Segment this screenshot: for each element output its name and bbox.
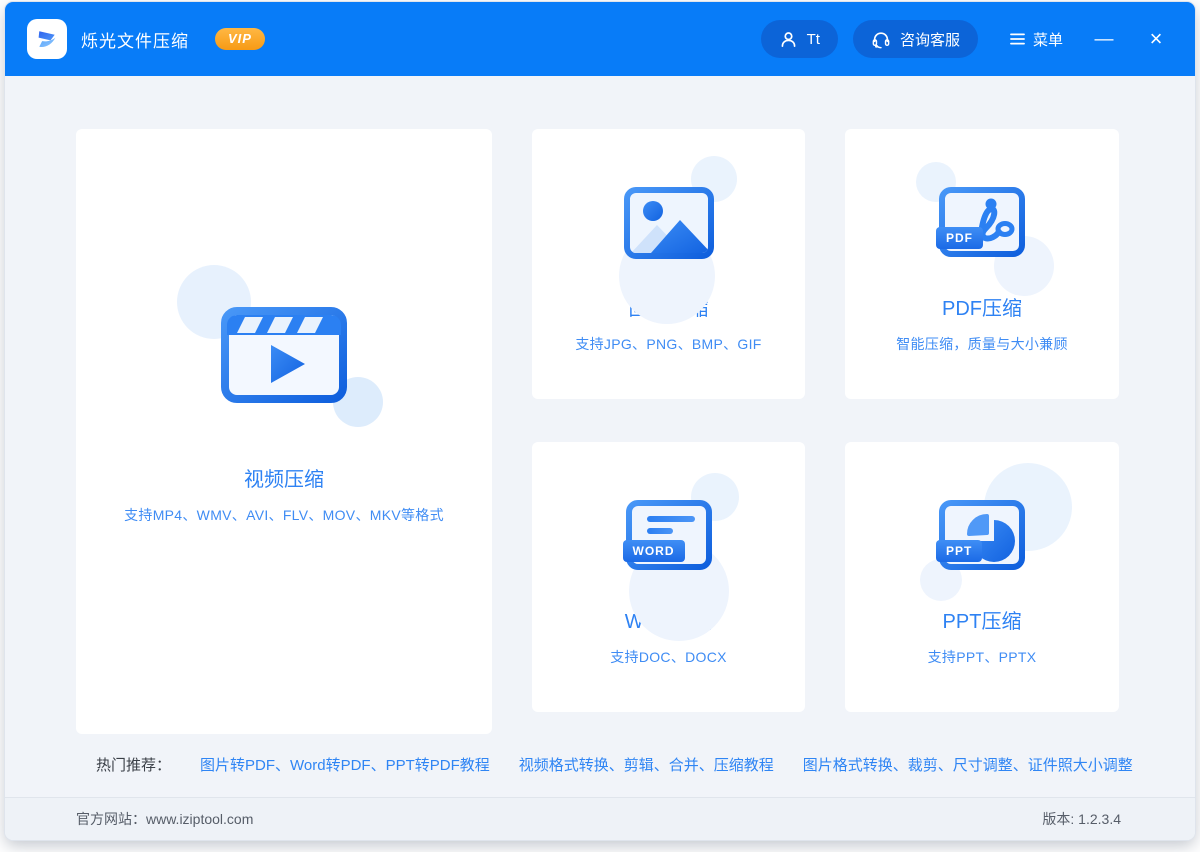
card-subtitle: 支持MP4、WMV、AVI、FLV、MOV、MKV等格式 — [76, 505, 492, 525]
headset-icon — [871, 30, 891, 49]
ppt-format-badge: PPT — [936, 540, 982, 562]
word-document-icon — [623, 497, 715, 575]
support-button[interactable]: 咨询客服 — [853, 20, 978, 58]
account-button[interactable]: Tt — [761, 20, 838, 58]
video-icon-wrap — [209, 305, 359, 405]
card-ppt-compress[interactable]: PPT PPT压缩 支持PPT、PPTX — [845, 442, 1119, 712]
card-subtitle: 支持JPG、PNG、BMP、GIF — [532, 334, 805, 354]
pdf-document-icon — [936, 184, 1028, 262]
official-website[interactable]: 官方网站：www.iziptool.com — [76, 809, 253, 829]
card-title: PDF压缩 — [845, 292, 1119, 321]
card-video-compress[interactable]: 视频压缩 支持MP4、WMV、AVI、FLV、MOV、MKV等格式 — [76, 129, 492, 734]
card-subtitle: 支持DOC、DOCX — [532, 647, 805, 667]
ppt-icon-wrap: PPT — [936, 497, 1028, 575]
user-icon — [779, 30, 798, 49]
cards-column-middle: 图片压缩 支持JPG、PNG、BMP、GIF — [532, 129, 805, 734]
card-subtitle: 支持PPT、PPTX — [845, 647, 1119, 667]
card-title: PPT压缩 — [845, 605, 1119, 634]
word-format-badge: WORD — [623, 540, 685, 562]
card-word-compress[interactable]: WORD Word压缩 支持DOC、DOCX — [532, 442, 805, 712]
minimize-button[interactable]: — — [1093, 30, 1115, 49]
vip-badge[interactable]: VIP — [215, 28, 265, 50]
cards-column-right: PDF PDF压缩 智能压缩，质量与大小兼顾 — [845, 129, 1119, 734]
feature-cards: 视频压缩 支持MP4、WMV、AVI、FLV、MOV、MKV等格式 — [76, 129, 1195, 734]
support-label: 咨询客服 — [900, 29, 960, 50]
footer: 官方网站：www.iziptool.com 版本: 1.2.3.4 — [5, 797, 1195, 840]
word-icon-wrap: WORD — [623, 497, 715, 575]
app-logo-icon — [27, 19, 67, 59]
ppt-piechart-icon — [936, 497, 1028, 575]
pdf-format-badge: PDF — [936, 227, 983, 249]
recommend-link-image-tutorials[interactable]: 图片格式转换、裁剪、尺寸调整、证件照大小调整 — [803, 754, 1133, 775]
main-area: 视频压缩 支持MP4、WMV、AVI、FLV、MOV、MKV等格式 — [5, 76, 1195, 797]
titlebar: 烁光文件压缩 VIP Tt 咨询客服 — [5, 2, 1195, 76]
app-title: 烁光文件压缩 — [81, 27, 189, 52]
card-title: 视频压缩 — [76, 463, 492, 492]
pdf-icon-wrap: PDF — [936, 184, 1028, 262]
account-label: Tt — [807, 31, 820, 48]
close-button[interactable]: × — [1145, 28, 1167, 50]
recommend-link-video-tutorials[interactable]: 视频格式转换、剪辑、合并、压缩教程 — [519, 754, 774, 775]
version-label: 版本: 1.2.3.4 — [1042, 809, 1121, 829]
card-pdf-compress[interactable]: PDF PDF压缩 智能压缩，质量与大小兼顾 — [845, 129, 1119, 399]
hamburger-icon — [1010, 33, 1025, 45]
video-clapper-icon — [209, 305, 359, 405]
card-subtitle: 智能压缩，质量与大小兼顾 — [845, 334, 1119, 354]
menu-label: 菜单 — [1033, 29, 1063, 50]
hot-recommend-row: 热门推荐： 图片转PDF、Word转PDF、PPT转PDF教程 视频格式转换、剪… — [76, 754, 1195, 775]
photo-icon — [623, 184, 715, 262]
recommend-link-pdf-tutorials[interactable]: 图片转PDF、Word转PDF、PPT转PDF教程 — [200, 754, 490, 775]
app-window: 烁光文件压缩 VIP Tt 咨询客服 — [5, 2, 1195, 840]
card-image-compress[interactable]: 图片压缩 支持JPG、PNG、BMP、GIF — [532, 129, 805, 399]
hot-recommend-label: 热门推荐： — [96, 754, 171, 775]
image-icon-wrap — [623, 184, 715, 262]
menu-button[interactable]: 菜单 — [1010, 29, 1063, 50]
